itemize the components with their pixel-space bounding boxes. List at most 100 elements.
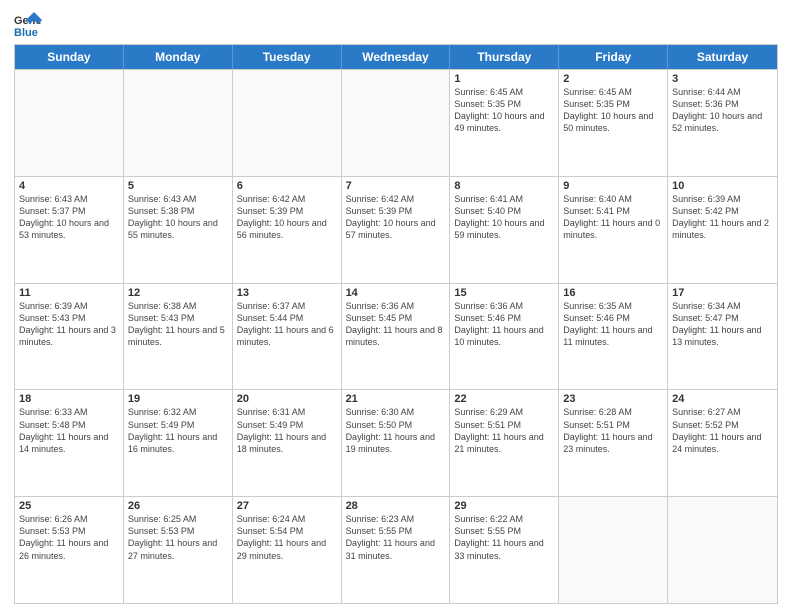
day-number: 4 [19, 180, 119, 192]
cell-info: Sunrise: 6:26 AM Sunset: 5:53 PM Dayligh… [19, 513, 119, 562]
day-header-thursday: Thursday [450, 45, 559, 69]
day-number: 23 [563, 393, 663, 405]
calendar-day-16: 16Sunrise: 6:35 AM Sunset: 5:46 PM Dayli… [559, 284, 668, 390]
cell-info: Sunrise: 6:42 AM Sunset: 5:39 PM Dayligh… [237, 193, 337, 242]
calendar-header-row: SundayMondayTuesdayWednesdayThursdayFrid… [15, 45, 777, 69]
calendar-week-1: 1Sunrise: 6:45 AM Sunset: 5:35 PM Daylig… [15, 69, 777, 176]
day-number: 8 [454, 180, 554, 192]
day-header-sunday: Sunday [15, 45, 124, 69]
day-header-saturday: Saturday [668, 45, 777, 69]
calendar-day-23: 23Sunrise: 6:28 AM Sunset: 5:51 PM Dayli… [559, 390, 668, 496]
day-number: 6 [237, 180, 337, 192]
calendar-day-empty [233, 70, 342, 176]
day-number: 14 [346, 287, 446, 299]
day-number: 19 [128, 393, 228, 405]
day-number: 2 [563, 73, 663, 85]
calendar-day-9: 9Sunrise: 6:40 AM Sunset: 5:41 PM Daylig… [559, 177, 668, 283]
cell-info: Sunrise: 6:36 AM Sunset: 5:45 PM Dayligh… [346, 300, 446, 349]
calendar-day-7: 7Sunrise: 6:42 AM Sunset: 5:39 PM Daylig… [342, 177, 451, 283]
calendar-day-21: 21Sunrise: 6:30 AM Sunset: 5:50 PM Dayli… [342, 390, 451, 496]
cell-info: Sunrise: 6:40 AM Sunset: 5:41 PM Dayligh… [563, 193, 663, 242]
day-number: 29 [454, 500, 554, 512]
cell-info: Sunrise: 6:45 AM Sunset: 5:35 PM Dayligh… [563, 86, 663, 135]
cell-info: Sunrise: 6:42 AM Sunset: 5:39 PM Dayligh… [346, 193, 446, 242]
calendar-week-2: 4Sunrise: 6:43 AM Sunset: 5:37 PM Daylig… [15, 176, 777, 283]
cell-info: Sunrise: 6:29 AM Sunset: 5:51 PM Dayligh… [454, 406, 554, 455]
logo: General Blue [14, 10, 46, 38]
cell-info: Sunrise: 6:37 AM Sunset: 5:44 PM Dayligh… [237, 300, 337, 349]
calendar-day-empty [668, 497, 777, 603]
calendar-day-8: 8Sunrise: 6:41 AM Sunset: 5:40 PM Daylig… [450, 177, 559, 283]
calendar-day-27: 27Sunrise: 6:24 AM Sunset: 5:54 PM Dayli… [233, 497, 342, 603]
day-number: 15 [454, 287, 554, 299]
calendar-day-17: 17Sunrise: 6:34 AM Sunset: 5:47 PM Dayli… [668, 284, 777, 390]
cell-info: Sunrise: 6:31 AM Sunset: 5:49 PM Dayligh… [237, 406, 337, 455]
logo-icon: General Blue [14, 10, 42, 38]
calendar-day-22: 22Sunrise: 6:29 AM Sunset: 5:51 PM Dayli… [450, 390, 559, 496]
calendar-day-13: 13Sunrise: 6:37 AM Sunset: 5:44 PM Dayli… [233, 284, 342, 390]
calendar: SundayMondayTuesdayWednesdayThursdayFrid… [14, 44, 778, 604]
day-number: 28 [346, 500, 446, 512]
cell-info: Sunrise: 6:43 AM Sunset: 5:38 PM Dayligh… [128, 193, 228, 242]
cell-info: Sunrise: 6:39 AM Sunset: 5:43 PM Dayligh… [19, 300, 119, 349]
cell-info: Sunrise: 6:43 AM Sunset: 5:37 PM Dayligh… [19, 193, 119, 242]
day-number: 24 [672, 393, 773, 405]
cell-info: Sunrise: 6:44 AM Sunset: 5:36 PM Dayligh… [672, 86, 773, 135]
cell-info: Sunrise: 6:28 AM Sunset: 5:51 PM Dayligh… [563, 406, 663, 455]
calendar-day-2: 2Sunrise: 6:45 AM Sunset: 5:35 PM Daylig… [559, 70, 668, 176]
svg-text:Blue: Blue [14, 27, 38, 38]
day-number: 18 [19, 393, 119, 405]
day-header-wednesday: Wednesday [342, 45, 451, 69]
calendar-day-4: 4Sunrise: 6:43 AM Sunset: 5:37 PM Daylig… [15, 177, 124, 283]
cell-info: Sunrise: 6:30 AM Sunset: 5:50 PM Dayligh… [346, 406, 446, 455]
calendar-day-18: 18Sunrise: 6:33 AM Sunset: 5:48 PM Dayli… [15, 390, 124, 496]
day-number: 16 [563, 287, 663, 299]
cell-info: Sunrise: 6:41 AM Sunset: 5:40 PM Dayligh… [454, 193, 554, 242]
cell-info: Sunrise: 6:32 AM Sunset: 5:49 PM Dayligh… [128, 406, 228, 455]
calendar-day-19: 19Sunrise: 6:32 AM Sunset: 5:49 PM Dayli… [124, 390, 233, 496]
calendar-day-empty [559, 497, 668, 603]
day-number: 5 [128, 180, 228, 192]
cell-info: Sunrise: 6:23 AM Sunset: 5:55 PM Dayligh… [346, 513, 446, 562]
day-number: 20 [237, 393, 337, 405]
cell-info: Sunrise: 6:22 AM Sunset: 5:55 PM Dayligh… [454, 513, 554, 562]
calendar-day-15: 15Sunrise: 6:36 AM Sunset: 5:46 PM Dayli… [450, 284, 559, 390]
cell-info: Sunrise: 6:27 AM Sunset: 5:52 PM Dayligh… [672, 406, 773, 455]
cell-info: Sunrise: 6:24 AM Sunset: 5:54 PM Dayligh… [237, 513, 337, 562]
cell-info: Sunrise: 6:36 AM Sunset: 5:46 PM Dayligh… [454, 300, 554, 349]
day-number: 7 [346, 180, 446, 192]
calendar-day-24: 24Sunrise: 6:27 AM Sunset: 5:52 PM Dayli… [668, 390, 777, 496]
calendar-day-14: 14Sunrise: 6:36 AM Sunset: 5:45 PM Dayli… [342, 284, 451, 390]
day-header-friday: Friday [559, 45, 668, 69]
day-number: 25 [19, 500, 119, 512]
calendar-day-empty [342, 70, 451, 176]
page-header: General Blue [14, 10, 778, 38]
calendar-day-12: 12Sunrise: 6:38 AM Sunset: 5:43 PM Dayli… [124, 284, 233, 390]
cell-info: Sunrise: 6:25 AM Sunset: 5:53 PM Dayligh… [128, 513, 228, 562]
calendar-day-3: 3Sunrise: 6:44 AM Sunset: 5:36 PM Daylig… [668, 70, 777, 176]
calendar-day-28: 28Sunrise: 6:23 AM Sunset: 5:55 PM Dayli… [342, 497, 451, 603]
day-number: 9 [563, 180, 663, 192]
day-header-monday: Monday [124, 45, 233, 69]
calendar-day-29: 29Sunrise: 6:22 AM Sunset: 5:55 PM Dayli… [450, 497, 559, 603]
day-number: 17 [672, 287, 773, 299]
calendar-day-11: 11Sunrise: 6:39 AM Sunset: 5:43 PM Dayli… [15, 284, 124, 390]
day-number: 21 [346, 393, 446, 405]
calendar-day-5: 5Sunrise: 6:43 AM Sunset: 5:38 PM Daylig… [124, 177, 233, 283]
calendar-day-20: 20Sunrise: 6:31 AM Sunset: 5:49 PM Dayli… [233, 390, 342, 496]
day-number: 27 [237, 500, 337, 512]
calendar-day-6: 6Sunrise: 6:42 AM Sunset: 5:39 PM Daylig… [233, 177, 342, 283]
calendar-day-empty [15, 70, 124, 176]
day-header-tuesday: Tuesday [233, 45, 342, 69]
day-number: 13 [237, 287, 337, 299]
day-number: 3 [672, 73, 773, 85]
day-number: 10 [672, 180, 773, 192]
cell-info: Sunrise: 6:45 AM Sunset: 5:35 PM Dayligh… [454, 86, 554, 135]
cell-info: Sunrise: 6:39 AM Sunset: 5:42 PM Dayligh… [672, 193, 773, 242]
calendar-day-26: 26Sunrise: 6:25 AM Sunset: 5:53 PM Dayli… [124, 497, 233, 603]
calendar-week-3: 11Sunrise: 6:39 AM Sunset: 5:43 PM Dayli… [15, 283, 777, 390]
calendar-body: 1Sunrise: 6:45 AM Sunset: 5:35 PM Daylig… [15, 69, 777, 603]
day-number: 1 [454, 73, 554, 85]
cell-info: Sunrise: 6:35 AM Sunset: 5:46 PM Dayligh… [563, 300, 663, 349]
calendar-week-5: 25Sunrise: 6:26 AM Sunset: 5:53 PM Dayli… [15, 496, 777, 603]
